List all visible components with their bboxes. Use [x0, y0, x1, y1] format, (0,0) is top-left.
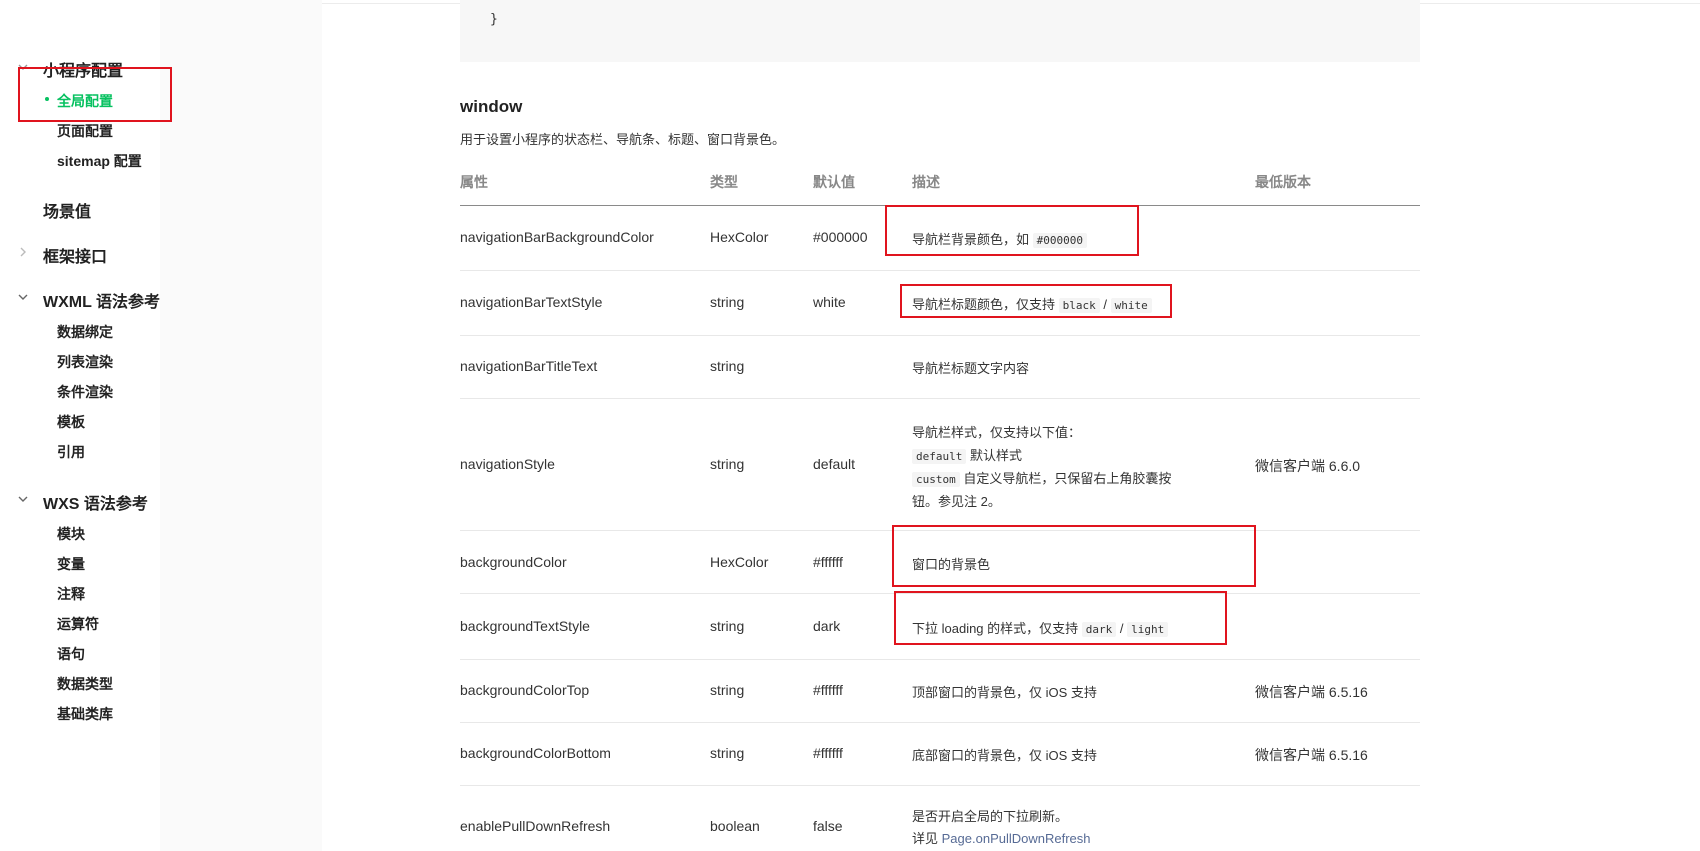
chevron-down-icon[interactable] [17, 291, 29, 303]
sidebar-item-sitemap-config[interactable]: sitemap 配置 [57, 151, 142, 171]
table-header-min-version: 最低版本 [1255, 174, 1311, 190]
description-see-also: 详见 Page.onPullDownRefresh [912, 828, 1091, 847]
table-cell-type: string [710, 745, 745, 761]
highlight-box [894, 591, 1227, 645]
table-cell-version: 微信客户端 6.6.0 [1255, 458, 1361, 474]
section-title: window [460, 97, 523, 116]
chevron-down-icon[interactable] [17, 493, 29, 505]
description-text: 钮。参见注 2。 [912, 494, 1001, 509]
sidebar-item-template[interactable]: 模板 [57, 412, 85, 432]
table-cell-description: 顶部窗口的背景色，仅 iOS 支持 [912, 685, 1097, 700]
table-cell-property: navigationBarBackgroundColor [460, 229, 654, 245]
table-header-description: 描述 [912, 174, 940, 190]
table-cell-type: string [710, 682, 745, 698]
table-cell-version: 微信客户端 6.5.16 [1255, 684, 1368, 700]
table-cell-default: dark [813, 618, 841, 634]
description-text: 是否开启全局的下拉刷新。 [912, 809, 1069, 824]
sidebar-group-scene-values[interactable]: 场景值 [43, 198, 91, 222]
table-cell-default: #ffffff [813, 682, 843, 698]
code-line-fragment [490, 0, 870, 2]
highlight-box [885, 205, 1139, 256]
table-cell-property: enablePullDownRefresh [460, 818, 611, 834]
table-cell-property: backgroundColorBottom [460, 745, 611, 761]
row-divider [460, 722, 1420, 723]
highlight-box [18, 67, 172, 122]
sidebar-item-list-rendering[interactable]: 列表渲染 [57, 352, 113, 372]
sidebar-group-wxml-reference[interactable]: WXML 语法参考 [43, 288, 160, 312]
inline-code: custom [912, 472, 960, 487]
table-cell-property: navigationBarTextStyle [460, 294, 603, 310]
table-cell-description: 底部窗口的背景色，仅 iOS 支持 [912, 748, 1097, 763]
table-cell-version: 微信客户端 6.5.16 [1255, 747, 1368, 763]
highlight-box [900, 284, 1172, 318]
description-text: 默认样式 [969, 448, 1022, 463]
row-divider [460, 659, 1420, 660]
description-option: default 默认样式 [912, 445, 1022, 464]
sidebar-item-variable[interactable]: 变量 [57, 554, 85, 574]
highlight-box [892, 525, 1256, 587]
sidebar-item-module[interactable]: 模块 [57, 524, 85, 544]
inline-code: default [912, 449, 967, 464]
section-description: 用于设置小程序的状态栏、导航条、标题、窗口背景色。 [460, 132, 786, 147]
table-cell-description: 导航栏标题文字内容 [912, 361, 1030, 376]
table-cell-type: string [710, 294, 745, 310]
table-cell-type: string [710, 358, 745, 374]
description-text: 导航栏样式，仅支持以下值： [912, 425, 1082, 440]
sidebar-group-framework-api[interactable]: 框架接口 [43, 243, 107, 267]
table-cell-property: navigationStyle [460, 456, 555, 472]
table-cell-property: backgroundColorTop [460, 682, 590, 698]
table-cell-type: string [710, 456, 745, 472]
description-text: 详见 [912, 831, 939, 846]
table-cell-type: HexColor [710, 229, 769, 245]
sidebar-item-base-library[interactable]: 基础类库 [57, 704, 113, 724]
sidebar-item-comment[interactable]: 注释 [57, 584, 85, 604]
table-cell-default: default [813, 456, 856, 472]
code-block: } [460, 0, 1420, 62]
table-cell-default: white [813, 294, 846, 310]
sidebar-shade [160, 0, 322, 851]
table-header-property: 属性 [460, 174, 488, 190]
row-divider [460, 270, 1420, 271]
sidebar-item-operator[interactable]: 运算符 [57, 614, 99, 634]
code-closing-brace: } [490, 12, 498, 27]
sidebar-nav: 小程序配置 全局配置 页面配置 sitemap 配置 场景值 框架接口 WXML… [0, 0, 322, 851]
description-option: custom 自定义导航栏，只保留右上角胶囊按 [912, 468, 1171, 487]
table-cell-default: #000000 [813, 229, 868, 245]
table-header-type: 类型 [710, 174, 738, 190]
table-cell-default: false [813, 818, 843, 834]
row-divider [460, 785, 1420, 786]
row-divider [460, 398, 1420, 399]
description-text: 自定义导航栏，只保留右上角胶囊按 [963, 471, 1172, 486]
table-cell-property: backgroundTextStyle [460, 618, 590, 634]
table-cell-default: #ffffff [813, 745, 843, 761]
sidebar-item-data-binding[interactable]: 数据绑定 [57, 322, 113, 342]
table-cell-type: HexColor [710, 554, 769, 570]
sidebar-item-reference[interactable]: 引用 [57, 442, 85, 462]
sidebar-group-wxs-reference[interactable]: WXS 语法参考 [43, 490, 148, 514]
table-header-default: 默认值 [813, 174, 855, 190]
chevron-right-icon[interactable] [17, 246, 29, 258]
sidebar-item-conditional-rendering[interactable]: 条件渲染 [57, 382, 113, 402]
table-cell-property: navigationBarTitleText [460, 358, 598, 374]
table-cell-type: string [710, 618, 745, 634]
page-onpulldownrefresh-link[interactable]: Page.onPullDownRefresh [942, 831, 1091, 846]
table-cell-default: #ffffff [813, 554, 843, 570]
row-divider [460, 335, 1420, 336]
table-cell-property: backgroundColor [460, 554, 567, 570]
sidebar-item-data-types[interactable]: 数据类型 [57, 674, 113, 694]
table-cell-type: boolean [710, 818, 760, 834]
sidebar-item-statement[interactable]: 语句 [57, 644, 85, 664]
sidebar-item-page-config[interactable]: 页面配置 [57, 121, 113, 141]
